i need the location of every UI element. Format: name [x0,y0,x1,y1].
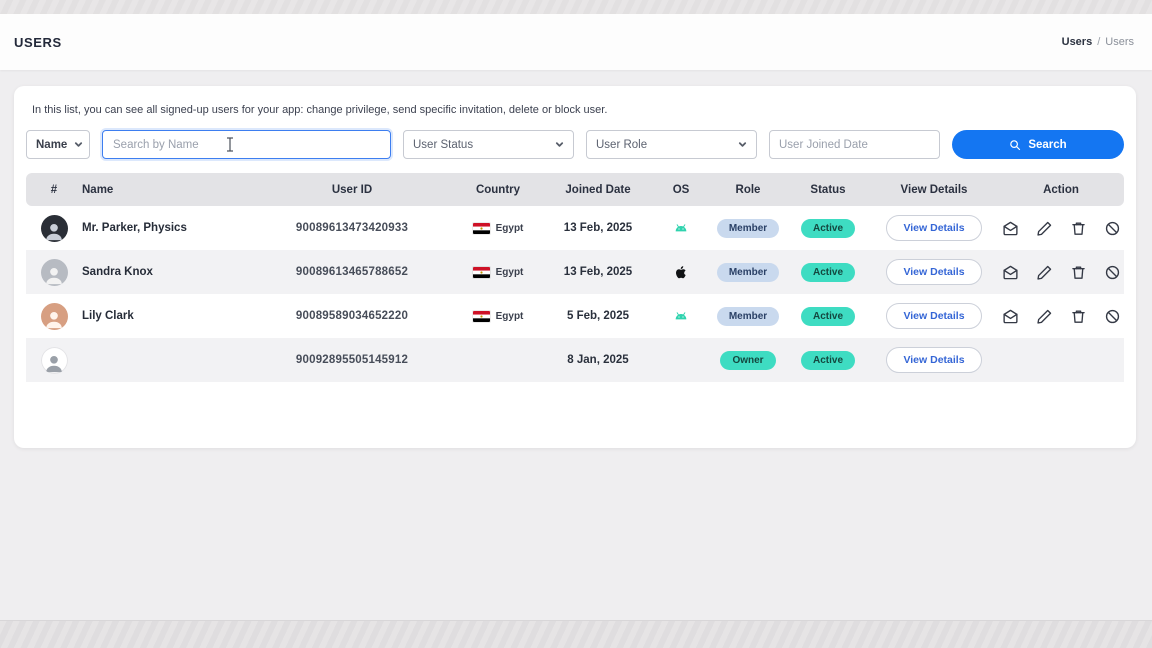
user-name: Mr. Parker, Physics [82,222,252,234]
top-bar: USERS Users / Users [0,14,1152,70]
status-badge: Active [801,307,855,326]
col-header-role: Role [710,184,786,196]
chevron-down-icon [74,140,83,149]
search-button-label: Search [1028,139,1066,151]
country-label: Egypt [496,267,524,278]
search-input[interactable] [102,130,391,159]
block-icon[interactable] [1104,220,1121,237]
edit-icon[interactable] [1036,220,1053,237]
row-actions [998,220,1124,237]
user-role-select[interactable]: User Role [586,130,757,159]
search-field-selector[interactable]: Name [26,130,90,159]
joined-date: 5 Feb, 2025 [544,310,652,322]
delete-icon[interactable] [1070,264,1087,281]
users-panel: In this list, you can see all signed-up … [14,86,1136,448]
user-status-select[interactable]: User Status [403,130,574,159]
delete-icon[interactable] [1070,220,1087,237]
role-badge: Owner [720,351,775,370]
view-details-button[interactable]: View Details [886,347,981,373]
search-input-wrap [102,130,391,159]
col-header-index: # [26,184,82,196]
placeholder-avatar [41,347,68,374]
chevron-down-icon [555,140,564,149]
joined-date-input[interactable] [769,130,940,159]
user-avatar [41,215,68,242]
col-header-user-id: User ID [252,184,452,196]
top-texture-strip [0,0,1152,14]
breadcrumb: Users / Users [1062,36,1134,48]
col-header-status: Status [786,184,870,196]
breadcrumb-separator: / [1097,36,1100,48]
status-badge: Active [801,351,855,370]
table-row: 90092895505145912 8 Jan, 2025 Owner Acti… [26,338,1124,382]
status-badge: Active [801,263,855,282]
user-country: Egypt [452,267,544,278]
role-badge: Member [717,263,779,282]
joined-date: 13 Feb, 2025 [544,266,652,278]
user-id: 90089613473420933 [252,222,452,234]
view-details-button[interactable]: View Details [886,259,981,285]
view-details-button[interactable]: View Details [886,215,981,241]
table-header-row: # Name User ID Country Joined Date OS Ro… [26,173,1124,206]
user-name: Sandra Knox [82,266,252,278]
edit-icon[interactable] [1036,308,1053,325]
col-header-action: Action [998,184,1124,196]
country-label: Egypt [496,311,524,322]
user-avatar [41,259,68,286]
col-header-name: Name [82,184,252,196]
breadcrumb-current[interactable]: Users [1105,36,1134,48]
panel-description: In this list, you can see all signed-up … [26,100,1124,130]
android-icon [673,220,689,236]
email-icon[interactable] [1002,264,1019,281]
bottom-texture-strip [0,620,1152,648]
col-header-country: Country [452,184,544,196]
page-title: USERS [14,35,62,50]
egypt-flag-icon [473,223,490,234]
table-row: Sandra Knox 90089613465788652 Egypt 13 F… [26,250,1124,294]
user-role-select-value: User Role [596,139,647,151]
user-country: Egypt [452,311,544,322]
table-row: Lily Clark 90089589034652220 Egypt 5 Feb… [26,294,1124,338]
search-field-selector-value: Name [36,139,67,151]
col-header-os: OS [652,184,710,196]
search-icon [1009,139,1021,151]
search-button[interactable]: Search [952,130,1124,159]
block-icon[interactable] [1104,264,1121,281]
joined-date: 8 Jan, 2025 [544,354,652,366]
edit-icon[interactable] [1036,264,1053,281]
col-header-joined-date: Joined Date [544,184,652,196]
role-badge: Member [717,219,779,238]
user-avatar [41,303,68,330]
joined-date: 13 Feb, 2025 [544,222,652,234]
user-status-select-value: User Status [413,139,473,151]
user-id: 90092895505145912 [252,354,452,366]
email-icon[interactable] [1002,220,1019,237]
breadcrumb-parent[interactable]: Users [1062,36,1093,48]
row-actions [998,264,1124,281]
col-header-view-details: View Details [870,184,998,196]
chevron-down-icon [738,140,747,149]
country-label: Egypt [496,223,524,234]
user-id: 90089613465788652 [252,266,452,278]
user-name: Lily Clark [82,310,252,322]
egypt-flag-icon [473,311,490,322]
egypt-flag-icon [473,267,490,278]
table-row: Mr. Parker, Physics 90089613473420933 Eg… [26,206,1124,250]
user-id: 90089589034652220 [252,310,452,322]
view-details-button[interactable]: View Details [886,303,981,329]
email-icon[interactable] [1002,308,1019,325]
status-badge: Active [801,219,855,238]
apple-icon [673,264,689,280]
row-actions [998,308,1124,325]
android-icon [673,308,689,324]
user-country: Egypt [452,223,544,234]
filter-bar: Name User Status User Role Search [26,130,1124,159]
role-badge: Member [717,307,779,326]
block-icon[interactable] [1104,308,1121,325]
delete-icon[interactable] [1070,308,1087,325]
